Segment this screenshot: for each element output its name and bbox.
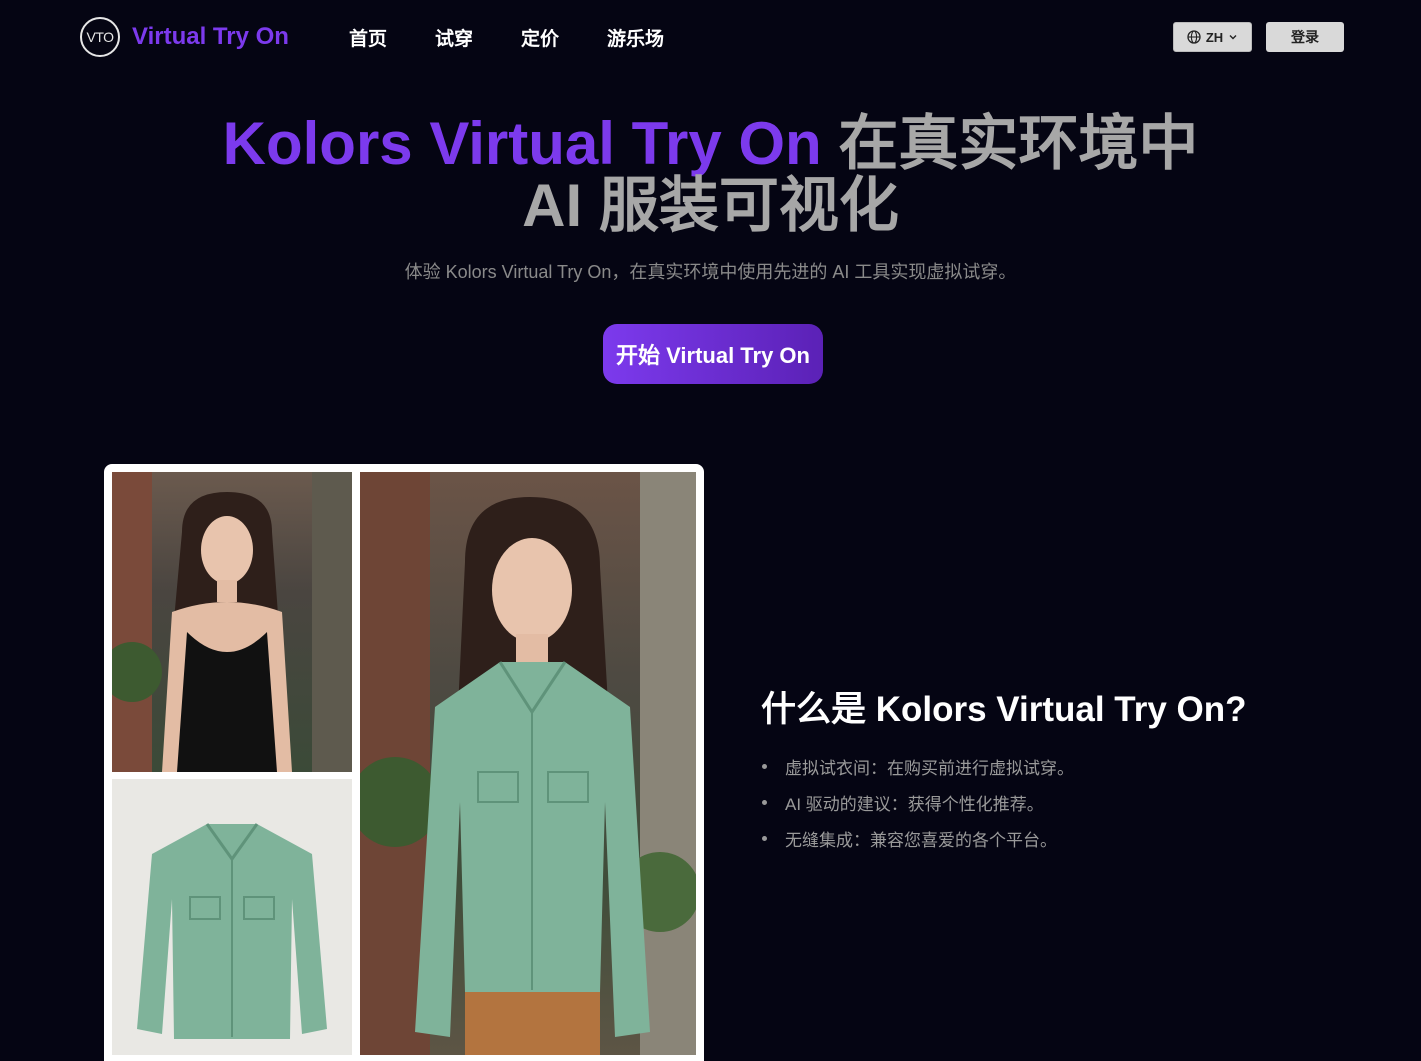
site-header: VTO Virtual Try On 首页 试穿 定价 游乐场 ZH 登录 bbox=[0, 0, 1421, 76]
logo[interactable]: VTO Virtual Try On bbox=[80, 17, 289, 57]
login-button[interactable]: 登录 bbox=[1266, 22, 1344, 52]
start-try-on-button[interactable]: 开始 Virtual Try On bbox=[603, 324, 823, 384]
bullet-icon bbox=[762, 799, 767, 805]
feature-list: 虚拟试衣间：在购买前进行虚拟试穿。 AI 驱动的建议：获得个性化推荐。 无缝集成… bbox=[761, 748, 1074, 856]
try-on-showcase bbox=[104, 464, 704, 1061]
garment-photo bbox=[112, 779, 352, 1055]
hero-subtitle: 体验 Kolors Virtual Try On，在真实环境中使用先进的 AI … bbox=[404, 262, 1017, 282]
feature-text: 虚拟试衣间：在购买前进行虚拟试穿。 bbox=[785, 758, 1074, 778]
list-item: 虚拟试衣间：在购买前进行虚拟试穿。 bbox=[761, 748, 1074, 784]
nav-try-on[interactable]: 试穿 bbox=[435, 24, 473, 51]
hero-title-line-1: Kolors Virtual Try On 在真实环境中 bbox=[0, 113, 1421, 175]
try-on-result-photo bbox=[360, 472, 696, 1055]
nav-home[interactable]: 首页 bbox=[349, 24, 387, 51]
what-is-title: 什么是 Kolors Virtual Try On? bbox=[761, 690, 1247, 729]
globe-icon bbox=[1187, 30, 1201, 44]
feature-text: AI 驱动的建议：获得个性化推荐。 bbox=[785, 794, 1044, 814]
hero-title-line-2: AI 服装可视化 bbox=[522, 172, 899, 239]
bullet-icon bbox=[762, 835, 767, 841]
main-nav: 首页 试穿 定价 游乐场 bbox=[349, 24, 712, 51]
bullet-icon bbox=[762, 763, 767, 769]
chevron-down-icon bbox=[1229, 35, 1237, 40]
nav-pricing[interactable]: 定价 bbox=[521, 24, 559, 51]
hero-title-accent: Kolors Virtual Try On bbox=[222, 110, 822, 177]
hero-title-rest: 在真实环境中 bbox=[821, 110, 1199, 177]
list-item: AI 驱动的建议：获得个性化推荐。 bbox=[761, 784, 1074, 820]
hero-title: Kolors Virtual Try On 在真实环境中 AI 服装可视化 bbox=[0, 113, 1421, 237]
model-photo bbox=[112, 472, 352, 772]
logo-mark: VTO bbox=[80, 17, 120, 57]
nav-playground[interactable]: 游乐场 bbox=[607, 24, 664, 51]
logo-text: Virtual Try On bbox=[132, 23, 289, 50]
language-label: ZH bbox=[1205, 29, 1224, 45]
feature-text: 无缝集成：兼容您喜爱的各个平台。 bbox=[785, 830, 1057, 850]
language-selector[interactable]: ZH bbox=[1173, 22, 1252, 52]
list-item: 无缝集成：兼容您喜爱的各个平台。 bbox=[761, 820, 1074, 856]
